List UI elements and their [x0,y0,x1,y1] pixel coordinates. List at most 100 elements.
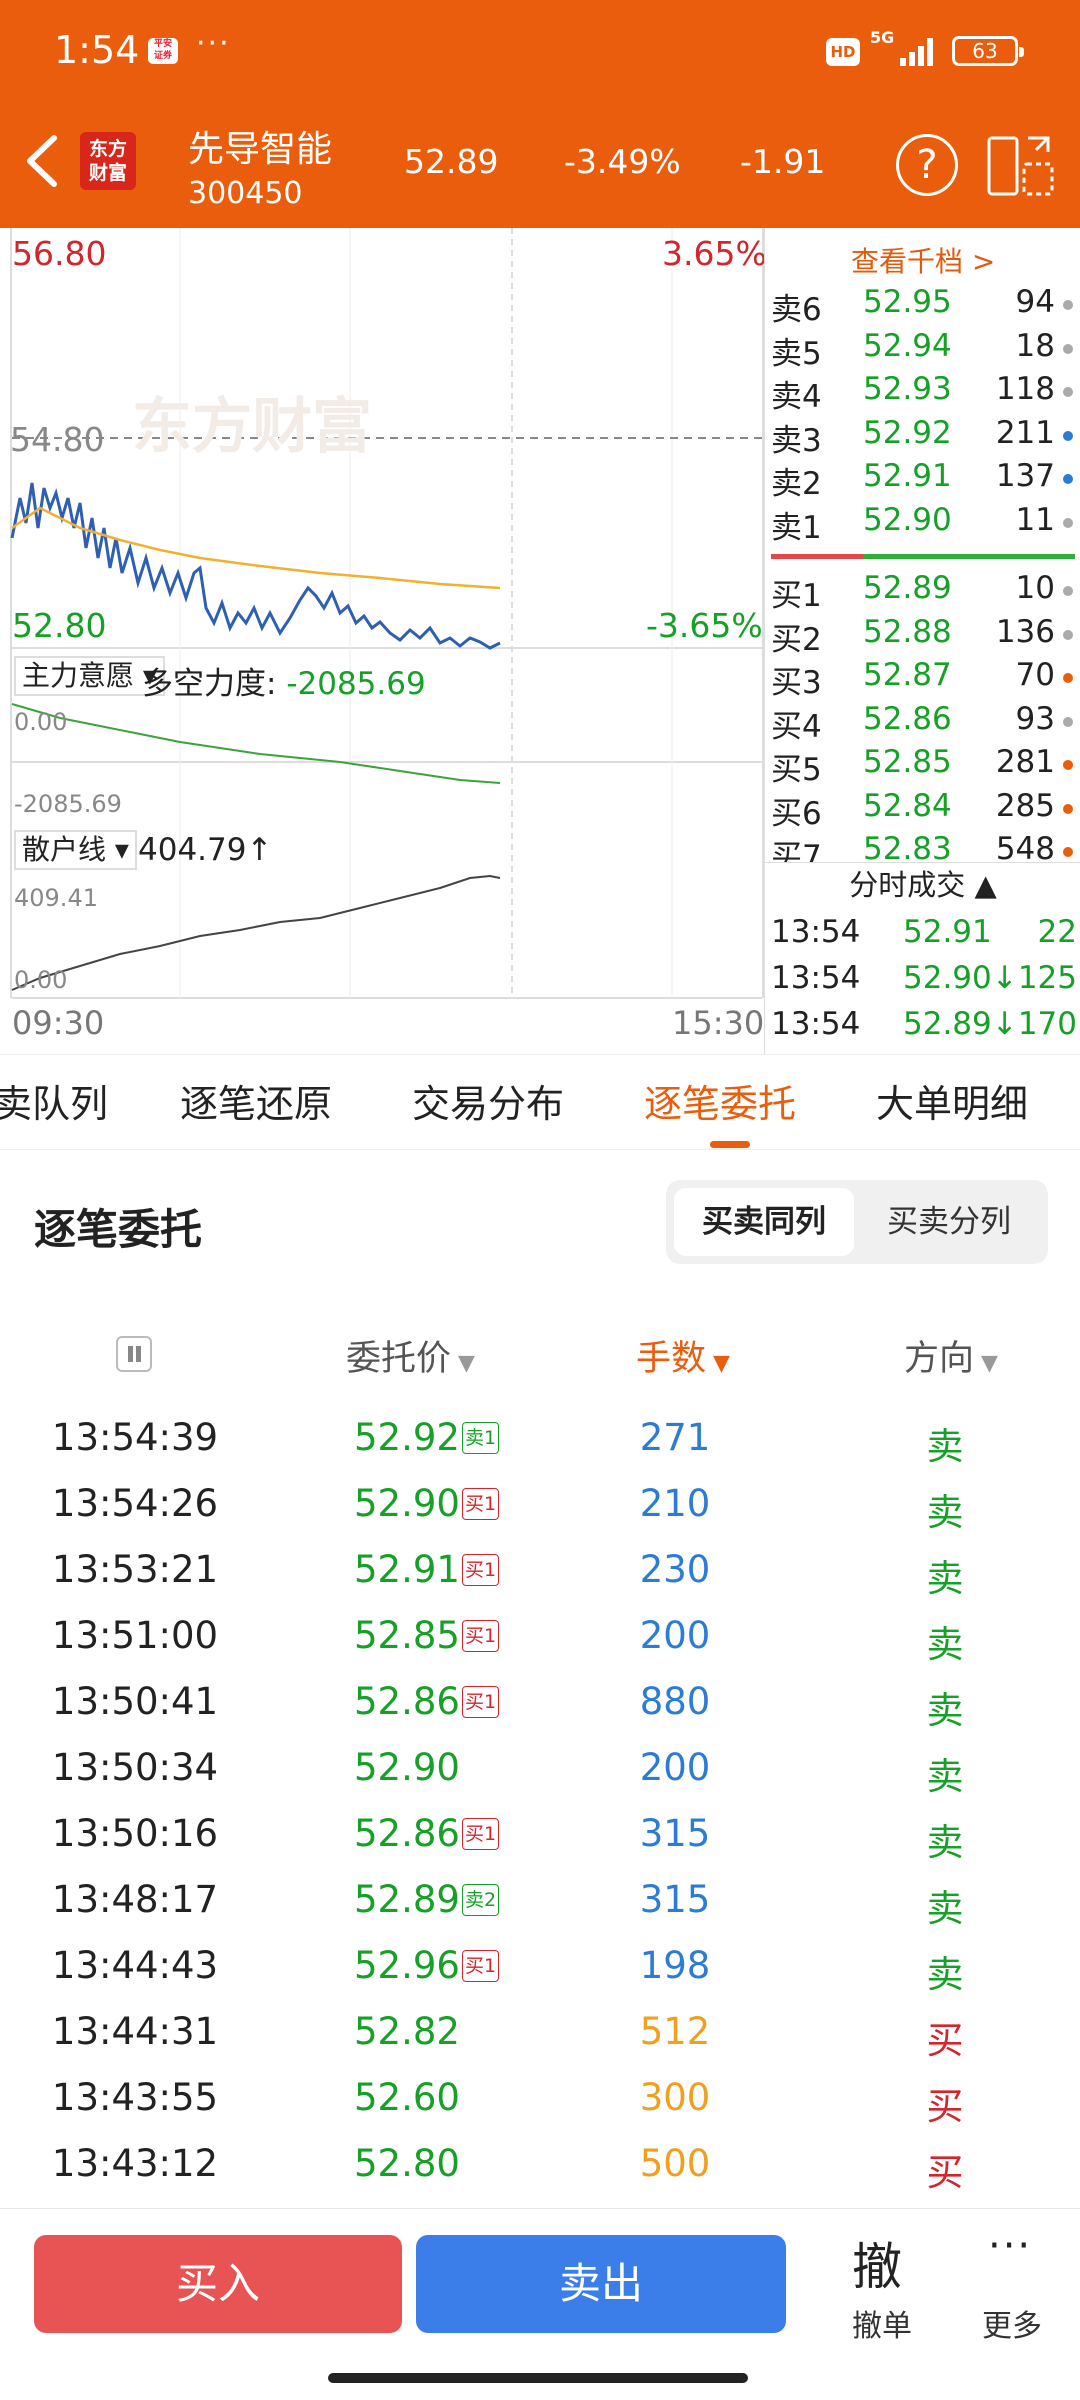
trades-header[interactable]: 分时成交 ▲ [765,862,1080,906]
order-direction: 买 [926,2151,964,2194]
order-lots: 315 [639,1878,711,1921]
chart-high: 56.80 [12,234,107,273]
order-price: 52.86 买1 [354,1680,500,1723]
order-direction: 卖 [926,1689,964,1732]
order-row[interactable]: 13:48:17 52.89 卖2 315 卖 [0,1870,1080,1936]
pause-icon[interactable] [116,1336,152,1372]
level-tag: 卖2 [461,1884,500,1916]
order-lots: 300 [639,2076,711,2119]
trade-volume: 170 [1017,1006,1077,1042]
order-row[interactable]: 13:44:31 52.82 512 买 [0,2002,1080,2068]
status-time: 1:54 [54,28,140,72]
order-row[interactable]: 13:50:16 52.86 买1 315 卖 [0,1804,1080,1870]
broker-badge-icon: 平安 证券 [148,38,178,64]
intraday-chart[interactable]: 东方财富 56.80 3.65% 54.80 52.80 -3.65% 主力意愿… [0,228,767,1054]
chart-high-pct: 3.65% [662,234,767,273]
trade-price: 52.91 [903,914,992,950]
tab-sell-queue[interactable]: 卖队列 [0,1073,108,1128]
bid-level: 买4 [771,708,822,745]
order-row[interactable]: 13:50:41 52.86 买1 880 卖 [0,1672,1080,1738]
change-amount: -1.91 [740,142,826,181]
time-end: 15:30 [672,1004,765,1042]
bid-price: 52.83 [863,831,952,862]
more-icon[interactable]: ··· [988,2223,1032,2269]
order-row[interactable]: 13:51:00 52.85 买1 200 卖 [0,1606,1080,1672]
order-time: 13:54:26 [51,1482,219,1525]
active-tab-indicator [710,1141,750,1148]
trade-row: 13:54 52.91 22 [765,914,1080,960]
order-time: 13:43:12 [51,2142,219,2185]
home-indicator[interactable] [328,2373,748,2383]
order-row[interactable]: 13:54:39 52.92 卖1 271 卖 [0,1408,1080,1474]
order-time: 13:50:41 [51,1680,219,1723]
bid-volume: 10 [1015,570,1055,606]
detail-tabs: 卖队列 逐笔还原 交易分布 逐笔委托 大单明细 [0,1054,1080,1150]
change-percent: -3.49% [564,142,681,181]
trade-price: 52.90↓ [903,960,1018,996]
toggle-split-column[interactable]: 买卖分列 [858,1188,1040,1256]
trade-time: 13:54 [771,960,861,996]
order-direction: 卖 [926,1755,964,1798]
order-price: 52.82 [354,2010,460,2053]
order-time: 13:50:34 [51,1746,219,1789]
more-label[interactable]: 更多 [982,2301,1042,2345]
bid-dot-icon [1063,629,1073,640]
indicator2-value: 404.79↑ [138,832,273,868]
ind2-top: 409.41 [14,884,98,912]
bid-volume: 93 [1015,700,1055,737]
order-lots: 200 [639,1746,711,1789]
tab-trade-distribution[interactable]: 交易分布 [412,1073,564,1128]
col-direction[interactable]: 方向 ▼ [904,1330,998,1381]
bid-price: 52.84 [863,787,952,824]
order-lots: 880 [639,1680,711,1723]
tab-tick-orders[interactable]: 逐笔委托 [644,1073,796,1128]
col-lots[interactable]: 手数 ▼ [636,1330,730,1381]
bid-dot-icon [1063,847,1073,857]
cancel-order-label[interactable]: 撤单 [852,2301,912,2345]
bid-level: 买6 [771,795,822,832]
ind1-bottom: -2085.69 [14,790,122,818]
chart-low: 52.80 [12,606,107,645]
level-tag: 买1 [461,1950,500,1982]
back-arrow-icon[interactable] [18,126,64,196]
order-direction: 卖 [926,1821,964,1864]
order-row[interactable]: 13:43:12 52.80 500 买 [0,2134,1080,2200]
bid-row: 买6 52.84 285 [765,788,1080,832]
order-row[interactable]: 13:50:34 52.90 200 卖 [0,1738,1080,1804]
order-row[interactable]: 13:53:21 52.91 买1 230 卖 [0,1540,1080,1606]
sell-button[interactable]: 卖出 [416,2235,786,2333]
tab-large-orders[interactable]: 大单明细 [876,1073,1028,1128]
help-icon[interactable]: ? [896,134,958,196]
hd-icon: HD [826,38,860,66]
stock-name[interactable]: 先导智能 [188,120,332,172]
tab-tick-restore[interactable]: 逐笔还原 [180,1073,332,1128]
level-tag: 卖1 [461,1422,500,1454]
indicator1-value: -2085.69 [286,666,426,702]
order-time: 13:44:43 [51,1944,219,1987]
order-direction: 买 [926,2019,964,2062]
order-price: 52.92 卖1 [354,1416,500,1459]
col-price[interactable]: 委托价 ▼ [346,1330,475,1381]
order-lots: 198 [639,1944,711,1987]
order-book: 查看千档 > 卖6 52.95 94 卖5 52.94 18 卖4 52.93 … [764,228,1080,1054]
order-direction: 卖 [926,1953,964,1996]
order-row[interactable]: 13:44:43 52.96 买1 198 卖 [0,1936,1080,2002]
order-price: 52.90 买1 [354,1482,500,1525]
bid-row: 买4 52.86 93 [765,701,1080,745]
bid-row: 买3 52.87 70 [765,657,1080,701]
order-time: 13:50:16 [51,1812,219,1855]
bid-level: 买1 [771,578,822,614]
toggle-same-column[interactable]: 买卖同列 [674,1188,854,1256]
cancel-order-icon[interactable]: 撤 [852,2227,902,2299]
order-row[interactable]: 13:43:55 52.60 300 买 [0,2068,1080,2134]
landscape-toggle-icon[interactable] [986,132,1056,198]
bid-level: 买5 [771,752,822,788]
bid-dot-icon [1063,716,1073,727]
order-price: 52.86 买1 [354,1812,500,1855]
buy-button[interactable]: 买入 [34,2235,402,2333]
order-row[interactable]: 13:54:26 52.90 买1 210 卖 [0,1474,1080,1540]
bid-row: 买2 52.88 136 [765,614,1080,658]
bid-volume: 70 [1015,657,1055,693]
chart-watermark: 东方财富 [132,392,372,462]
indicator2-selector[interactable]: 散户线 ▾ [14,830,137,870]
